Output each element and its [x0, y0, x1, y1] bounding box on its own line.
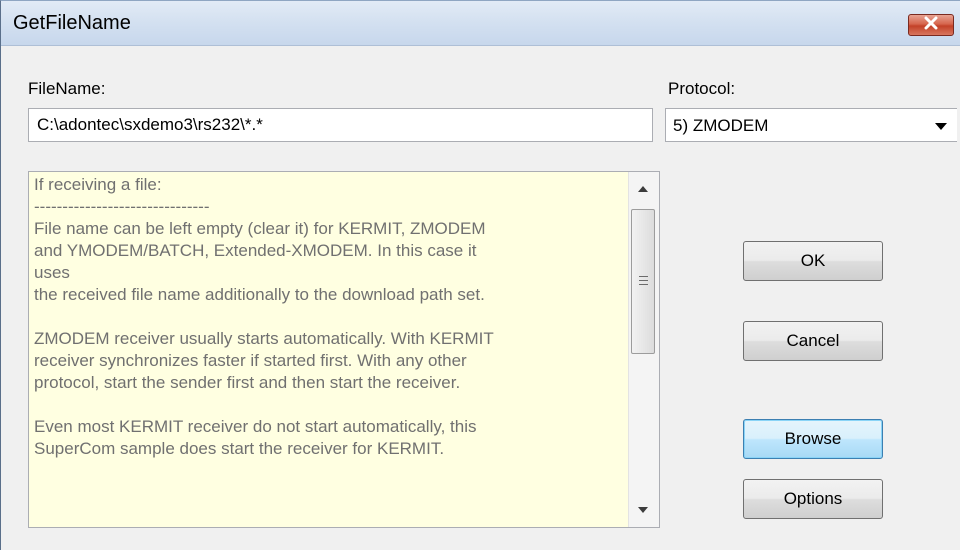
ok-button[interactable]: OK: [743, 241, 883, 281]
protocol-selected-value: 5) ZMODEM: [673, 116, 769, 135]
window-title: GetFileName: [13, 12, 131, 34]
scroll-up-icon[interactable]: [638, 186, 648, 192]
protocol-label: Protocol:: [668, 79, 736, 98]
info-line: SuperCom sample does start the receiver …: [34, 439, 445, 458]
cancel-button[interactable]: Cancel: [743, 321, 883, 361]
info-text: If receiving a file: --------------------…: [34, 174, 624, 460]
info-line: uses: [34, 263, 70, 282]
getfilename-dialog: GetFileName FileName: Protocol: 5) ZMODE…: [0, 0, 960, 550]
scroll-down-icon[interactable]: [638, 507, 648, 513]
options-button[interactable]: Options: [743, 479, 883, 519]
info-line: the received file name additionally to t…: [34, 285, 485, 304]
chevron-down-icon[interactable]: [935, 123, 947, 130]
grip-line: [639, 276, 648, 277]
info-line: -------------------------------: [34, 197, 210, 216]
grip-line: [639, 280, 648, 281]
info-line: and YMODEM/BATCH, Extended-XMODEM. In th…: [34, 241, 477, 260]
info-text-area[interactable]: If receiving a file: --------------------…: [28, 171, 660, 528]
scroll-thumb[interactable]: [631, 209, 655, 354]
grip-line: [639, 284, 648, 285]
info-line: [34, 306, 624, 328]
info-line: protocol, start the sender first and the…: [34, 373, 461, 392]
browse-button[interactable]: Browse: [743, 419, 883, 459]
info-line: ZMODEM receiver usually starts automatic…: [34, 329, 494, 348]
info-line: If receiving a file:: [34, 175, 162, 194]
protocol-select[interactable]: 5) ZMODEM: [665, 108, 957, 142]
close-button[interactable]: [908, 14, 954, 36]
title-bar[interactable]: GetFileName: [1, 1, 960, 46]
filename-label: FileName:: [28, 79, 106, 98]
info-line: File name can be left empty (clear it) f…: [34, 219, 486, 238]
info-line: receiver synchronizes faster if started …: [34, 351, 467, 370]
filename-input[interactable]: [28, 108, 653, 142]
info-line: [34, 394, 624, 416]
vertical-scrollbar[interactable]: [628, 172, 659, 527]
info-line: Even most KERMIT receiver do not start a…: [34, 417, 477, 436]
close-icon: [923, 16, 939, 35]
